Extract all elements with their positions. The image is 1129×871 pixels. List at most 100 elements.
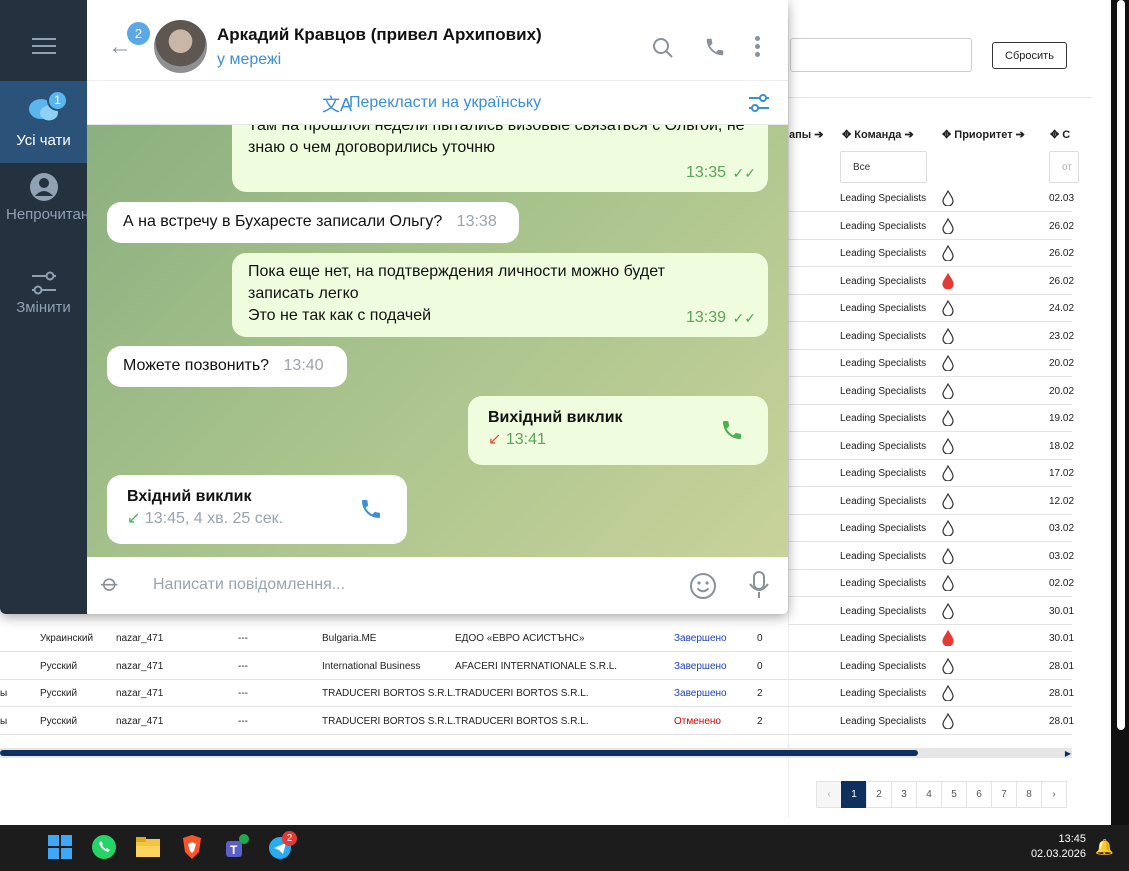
horizontal-scrollbar[interactable]: ▶ xyxy=(0,748,1072,758)
more-options-icon[interactable] xyxy=(755,36,761,57)
table-row[interactable]: Leading Specialists 20.02 xyxy=(788,378,1074,405)
table-row[interactable]: Leading Specialists 26.02 xyxy=(788,240,1074,267)
windows-start-icon[interactable] xyxy=(47,834,73,860)
message-outgoing[interactable]: Там на прошлой недели пытались визовые с… xyxy=(232,125,768,192)
page-4[interactable]: 4 xyxy=(916,781,942,808)
call-icon[interactable] xyxy=(359,497,383,521)
priority-flame-icon[interactable] xyxy=(942,327,954,344)
table-row[interactable]: ы Русский nazar_471 --- TRADUCERI BORTOS S.R… xyxy=(0,708,1074,735)
translate-label[interactable]: Перекласти на українську xyxy=(349,94,541,112)
table-row[interactable]: Leading Specialists 03.02 xyxy=(788,515,1074,542)
priority-flame-icon[interactable] xyxy=(942,410,954,426)
table-row[interactable]: Leading Specialists 26.02 xyxy=(788,213,1074,240)
search-input[interactable] xyxy=(790,38,972,72)
clock-date: 02.03.2026 xyxy=(1030,848,1086,860)
priority-flame-icon[interactable] xyxy=(942,520,954,536)
priority-flame-icon[interactable] xyxy=(942,575,954,591)
table-row[interactable]: Leading Specialists 20.02 xyxy=(788,350,1074,377)
priority-flame-icon[interactable] xyxy=(942,465,954,481)
priority-flame-icon[interactable] xyxy=(942,355,954,371)
table-row[interactable]: Leading Specialists 02.02 xyxy=(788,570,1074,597)
priority-flame-icon[interactable] xyxy=(942,437,954,454)
priority-flame-icon[interactable] xyxy=(942,245,954,261)
contact-name[interactable]: Аркадий Кравцов (привел Архипових) xyxy=(217,25,542,45)
table-row[interactable]: Leading Specialists 19.02 xyxy=(788,405,1074,432)
table-row[interactable]: ы Русский nazar_471 --- TRADUCERI BORTOS S.R… xyxy=(0,680,1074,707)
page-3[interactable]: 3 xyxy=(891,781,917,808)
table-row[interactable]: Leading Specialists 02.03 xyxy=(788,185,1074,212)
file-explorer-icon[interactable] xyxy=(135,834,161,860)
emoji-icon[interactable] xyxy=(688,571,718,601)
column-header-etapy[interactable]: апы ➔ xyxy=(789,128,823,141)
outgoing-call[interactable]: Вихідний виклик ↙ 13:41 xyxy=(468,396,768,465)
team-cell: Leading Specialists xyxy=(840,303,927,314)
system-clock[interactable]: 13:45 02.03.2026 xyxy=(1018,832,1086,862)
page-5[interactable]: 5 xyxy=(941,781,967,808)
page-scroll-thumb[interactable] xyxy=(1117,0,1125,730)
priority-flame-icon[interactable] xyxy=(942,657,954,674)
scroll-right-icon[interactable]: ▶ xyxy=(1065,749,1071,758)
date-cell: 28.01 xyxy=(1049,660,1075,672)
priority-flame-icon[interactable] xyxy=(942,492,954,509)
maximize-icon[interactable]: ☐ xyxy=(714,0,726,4)
priority-flame-icon[interactable] xyxy=(942,630,954,646)
phone-icon[interactable] xyxy=(704,36,726,58)
reset-button[interactable]: Сбросить xyxy=(992,42,1067,69)
priority-flame-icon[interactable] xyxy=(942,547,954,564)
priority-flame-icon[interactable] xyxy=(942,272,954,289)
priority-flame-icon[interactable] xyxy=(942,712,954,729)
contact-avatar[interactable] xyxy=(154,20,207,73)
message-incoming[interactable]: Можете позвонить? 13:40 xyxy=(107,346,347,387)
column-header-date[interactable]: ✥ С xyxy=(1050,128,1070,141)
column-header-priority[interactable]: ✥ Приоритет ➔ xyxy=(942,128,1025,141)
priority-flame-icon[interactable] xyxy=(942,602,954,619)
page-2[interactable]: 2 xyxy=(866,781,892,808)
table-row[interactable]: Leading Specialists 23.02 xyxy=(788,323,1074,350)
search-icon[interactable] xyxy=(652,37,674,59)
notification-bell-icon[interactable]: 🔔 xyxy=(1095,838,1114,856)
folder-edit[interactable]: Змінити xyxy=(0,268,87,328)
folder-all-chats[interactable]: 1 Усі чати xyxy=(0,81,87,163)
page-6[interactable]: 6 xyxy=(966,781,992,808)
incoming-call[interactable]: Вхідний виклик ↙ 13:45, 4 хв. 25 сек. xyxy=(107,475,407,544)
table-row[interactable]: Leading Specialists 18.02 xyxy=(788,433,1074,460)
page-8[interactable]: 8 xyxy=(1016,781,1042,808)
attach-icon[interactable]: ⌀ xyxy=(95,568,126,599)
teams-icon[interactable]: T xyxy=(223,834,249,860)
priority-flame-icon[interactable] xyxy=(942,382,954,399)
translate-bar[interactable]: 文A Перекласти на українську xyxy=(87,81,788,125)
priority-flame-icon[interactable] xyxy=(942,190,954,206)
column-header-team[interactable]: ✥ Команда ➔ xyxy=(842,128,914,141)
minimize-icon[interactable]: — xyxy=(679,0,692,3)
menu-icon[interactable] xyxy=(0,30,87,60)
page-1[interactable]: 1 xyxy=(841,781,867,808)
message-input[interactable]: Написати повідомлення... xyxy=(153,576,345,594)
priority-flame-icon[interactable] xyxy=(942,217,954,234)
scroll-thumb[interactable] xyxy=(0,750,918,756)
page-7[interactable]: 7 xyxy=(991,781,1017,808)
priority-flame-icon[interactable] xyxy=(942,685,954,701)
table-row[interactable]: Leading Specialists 03.02 xyxy=(788,543,1074,570)
table-row[interactable]: Leading Specialists 26.02 xyxy=(788,268,1074,295)
call-icon[interactable] xyxy=(720,418,744,442)
team-filter[interactable]: Все xyxy=(840,151,927,183)
date-filter[interactable]: от xyxy=(1049,151,1079,183)
whatsapp-icon[interactable] xyxy=(91,834,117,860)
message-outgoing[interactable]: Пока еще нет, на подтверждения личности … xyxy=(232,253,768,337)
translate-settings-icon[interactable] xyxy=(748,93,770,113)
table-row[interactable]: Украинский nazar_471 --- Bulgaria.ME ЕДОО «Е… xyxy=(0,625,1074,652)
table-row[interactable]: Leading Specialists 24.02 xyxy=(788,295,1074,322)
table-row[interactable]: Leading Specialists 12.02 xyxy=(788,488,1074,515)
microphone-icon[interactable] xyxy=(747,570,771,600)
table-row[interactable]: Leading Specialists 17.02 xyxy=(788,460,1074,487)
table-row[interactable]: Русский nazar_471 --- International Busines… xyxy=(0,653,1075,680)
page-next[interactable]: › xyxy=(1041,781,1067,808)
brave-browser-icon[interactable] xyxy=(179,834,205,860)
close-icon[interactable]: ✕ xyxy=(759,0,770,4)
page-prev[interactable]: ‹ xyxy=(816,781,842,808)
message-incoming[interactable]: А на встречу в Бухаресте записали Ольгу?… xyxy=(107,202,519,243)
folder-unread[interactable]: Непрочитано xyxy=(0,165,98,250)
table-row[interactable]: Leading Specialists 30.01 xyxy=(788,598,1074,625)
priority-flame-icon[interactable] xyxy=(942,300,954,316)
page-scrollbar[interactable] xyxy=(1111,0,1129,825)
